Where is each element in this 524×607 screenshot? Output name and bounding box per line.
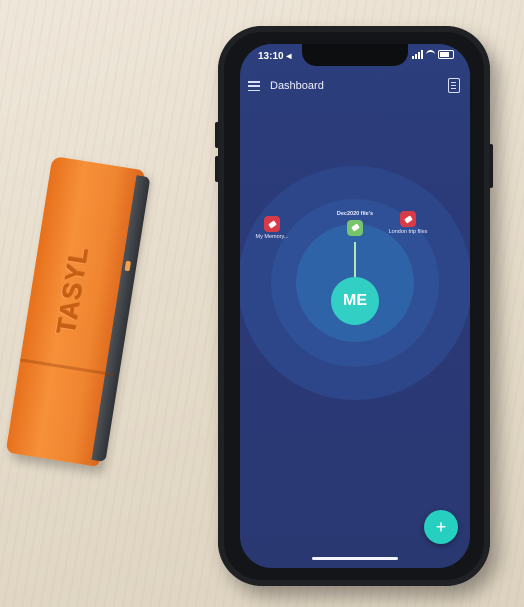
- app-header: Dashboard: [240, 74, 470, 100]
- wifi-icon: [426, 50, 435, 59]
- tag-icon: [347, 219, 363, 236]
- status-time: 13:10 ◂: [258, 51, 292, 62]
- file-label: My Memory...: [255, 234, 289, 240]
- power-button: [489, 144, 493, 188]
- tag-icon: [400, 211, 416, 227]
- usb-stick: TASYL: [5, 155, 151, 468]
- file-label: London trip files: [388, 229, 428, 235]
- smartphone: 13:10 ◂ Dashboard My Memory... Dec2020 f…: [215, 26, 493, 586]
- volume-down-button: [215, 156, 219, 182]
- file-node-dec2020[interactable]: Dec2020 file's: [325, 211, 385, 236]
- file-node-my-memory[interactable]: My Memory...: [242, 216, 302, 241]
- hamburger-icon[interactable]: [248, 81, 260, 91]
- notch: [302, 44, 408, 66]
- document-icon[interactable]: [448, 78, 460, 93]
- me-node[interactable]: ME: [331, 277, 379, 325]
- file-node-london-trip[interactable]: London trip files: [378, 211, 438, 236]
- phone-screen: 13:10 ◂ Dashboard My Memory... Dec2020 f…: [240, 44, 470, 568]
- tag-icon: [264, 216, 280, 232]
- signal-icon: [412, 50, 423, 59]
- status-icons: [412, 50, 454, 59]
- add-button[interactable]: +: [424, 510, 458, 544]
- home-indicator[interactable]: [312, 557, 398, 560]
- file-label: Dec2020 file's: [336, 211, 374, 217]
- battery-icon: [438, 50, 454, 59]
- page-title: Dashboard: [270, 80, 324, 92]
- volume-up-button: [215, 122, 219, 148]
